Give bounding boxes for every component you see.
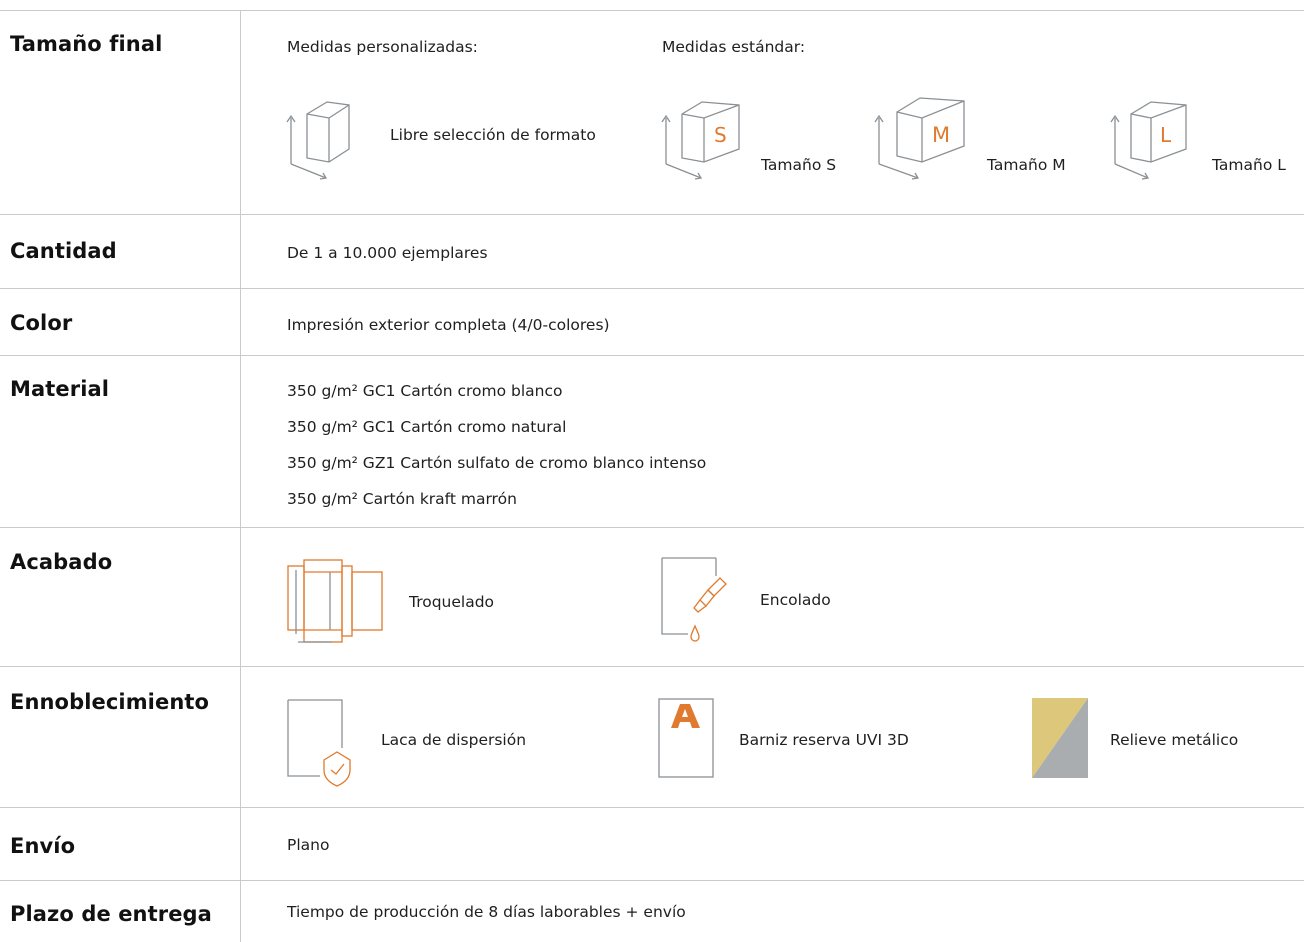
refinement-option-dispersion: Laca de dispersión [381,731,527,749]
row-divider [0,880,1304,881]
refinement-option-uv: Barniz reserva UVI 3D [739,731,909,749]
delivery-value: Tiempo de producción de 8 días laborable… [287,903,686,921]
row-divider [0,666,1304,667]
material-option: 350 g/m² Cartón kraft marrón [287,490,517,508]
size-m-box-icon: M [874,97,965,180]
box-dimension-icon [286,101,350,180]
size-s-box-icon: S [661,101,740,180]
row-label-acabado: Acabado [10,550,113,574]
material-option: 350 g/m² GC1 Cartón cromo blanco [287,382,563,400]
row-divider [0,288,1304,289]
row-label-material: Material [10,377,110,401]
material-option: 350 g/m² GZ1 Cartón sulfato de cromo bla… [287,454,707,472]
svg-text:M: M [932,123,950,147]
dispersion-varnish-icon [287,699,351,787]
row-label-color: Color [10,311,73,335]
custom-size-heading: Medidas personalizadas: [287,38,478,56]
uv-varnish-icon [658,698,714,778]
svg-text:L: L [1160,123,1172,147]
row-divider [0,807,1304,808]
refinement-option-metallic: Relieve metálico [1110,731,1239,749]
row-divider [0,527,1304,528]
row-label-plazo: Plazo de entrega [10,902,212,926]
row-label-envio: Envío [10,834,76,858]
shipping-value: Plano [287,836,330,854]
row-label-tamano: Tamaño final [10,32,163,56]
color-value: Impresión exterior completa (4/0-colores… [287,316,610,334]
finish-option-glue: Encolado [760,591,831,609]
row-divider [0,10,1304,11]
finish-option-die-cut: Troquelado [409,593,495,611]
metallic-foil-icon [1032,698,1088,778]
row-divider [0,355,1304,356]
row-label-ennoblecimiento: Ennoblecimiento [10,690,210,714]
material-option: 350 g/m² GC1 Cartón cromo natural [287,418,567,436]
size-l-box-icon: L [1110,101,1187,180]
glue-icon [661,557,727,642]
row-divider [0,214,1304,215]
standard-size-heading: Medidas estándar: [662,38,806,56]
size-m-label: Tamaño M [987,156,1066,174]
svg-text:S: S [714,123,727,147]
size-s-label: Tamaño S [761,156,837,174]
size-l-label: Tamaño L [1212,156,1286,174]
column-divider [240,10,241,942]
die-cut-icon [287,559,383,643]
custom-size-option: Libre selección de formato [390,126,596,144]
quantity-value: De 1 a 10.000 ejemplares [287,244,488,262]
row-label-cantidad: Cantidad [10,239,117,263]
